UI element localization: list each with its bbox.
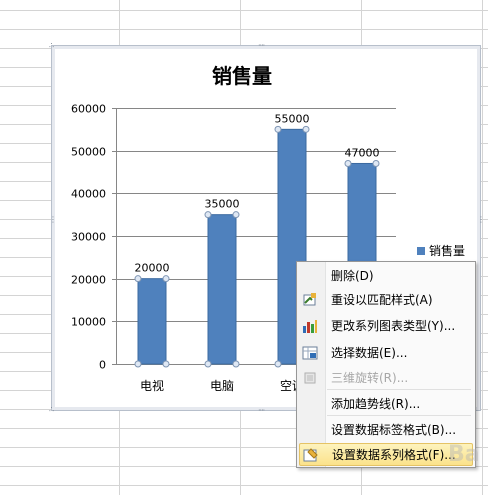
menu-item-7[interactable]: 设置数据标签格式(B)... bbox=[299, 419, 473, 442]
bar-selection-handle bbox=[274, 360, 282, 368]
bar-selection-handle bbox=[162, 360, 170, 368]
menu-item-label: 设置数据系列格式(F)... bbox=[332, 448, 456, 462]
y-tick-label: 30000 bbox=[71, 231, 106, 244]
reset-style-icon bbox=[302, 292, 318, 308]
y-tick-label: 40000 bbox=[71, 188, 106, 201]
y-tick-label: 10000 bbox=[71, 316, 106, 329]
bar-selection-handle bbox=[372, 159, 380, 167]
menu-item-label: 删除(D) bbox=[331, 269, 374, 283]
bar-selection-handle bbox=[134, 275, 142, 283]
y-tick-label: 60000 bbox=[71, 103, 106, 116]
3d-rotation-icon bbox=[302, 370, 318, 386]
menu-item-2[interactable]: 重设以匹配样式(A) bbox=[299, 289, 473, 312]
format-series-icon bbox=[303, 447, 319, 463]
select-data-icon bbox=[302, 345, 318, 361]
data-label[interactable]: 55000 bbox=[275, 112, 310, 125]
menu-item-5: 三维旋转(R)... bbox=[299, 367, 473, 390]
data-label[interactable]: 47000 bbox=[345, 146, 380, 159]
menu-item-8[interactable]: 设置数据系列格式(F)... bbox=[299, 443, 473, 466]
data-label[interactable]: 20000 bbox=[135, 262, 170, 275]
bar-selection-handle bbox=[204, 211, 212, 219]
y-tick-label: 0 bbox=[99, 359, 106, 372]
bar-selection-handle bbox=[134, 360, 142, 368]
bar-selection-handle bbox=[302, 125, 310, 133]
bar-selection-handle bbox=[162, 275, 170, 283]
bar-selection-handle bbox=[344, 159, 352, 167]
menu-item-3[interactable]: 更改系列图表类型(Y)... bbox=[299, 315, 473, 338]
context-menu: 删除(D) 重设以匹配样式(A) 更改系列图表类型(Y)... 选择数据(E)... 三… bbox=[296, 261, 476, 468]
menu-item-label: 选择数据(E)... bbox=[331, 346, 408, 360]
bar-电脑[interactable] bbox=[207, 214, 237, 365]
legend-swatch bbox=[417, 247, 425, 255]
chart-title[interactable]: 销售量 bbox=[212, 64, 272, 88]
chart-type-icon bbox=[302, 318, 318, 334]
menu-item-label: 更改系列图表类型(Y)... bbox=[331, 319, 456, 333]
bar-selection-handle bbox=[274, 125, 282, 133]
bar-selection-handle bbox=[232, 211, 240, 219]
x-tick-label: 电视 bbox=[140, 378, 164, 393]
x-tick-label: 电脑 bbox=[210, 379, 234, 393]
y-tick-label: 50000 bbox=[71, 146, 106, 159]
menu-item-label: 设置数据标签格式(B)... bbox=[331, 423, 457, 437]
legend-label[interactable]: 销售量 bbox=[429, 243, 465, 258]
menu-item-label: 重设以匹配样式(A) bbox=[331, 293, 433, 307]
menu-item-6[interactable]: 添加趋势线(R)... bbox=[299, 393, 473, 416]
data-label[interactable]: 35000 bbox=[205, 198, 240, 211]
bar-selection-handle bbox=[204, 360, 212, 368]
y-tick-label: 20000 bbox=[71, 274, 106, 287]
menu-item-label: 添加趋势线(R)... bbox=[331, 397, 421, 411]
bar-selection-handle bbox=[232, 360, 240, 368]
menu-item-4[interactable]: 选择数据(E)... bbox=[299, 342, 473, 365]
menu-item-label: 三维旋转(R)... bbox=[331, 371, 409, 385]
menu-item-1[interactable]: 删除(D) bbox=[299, 265, 473, 288]
bar-电视[interactable] bbox=[137, 278, 167, 365]
watermark: Ba bbox=[448, 442, 480, 467]
